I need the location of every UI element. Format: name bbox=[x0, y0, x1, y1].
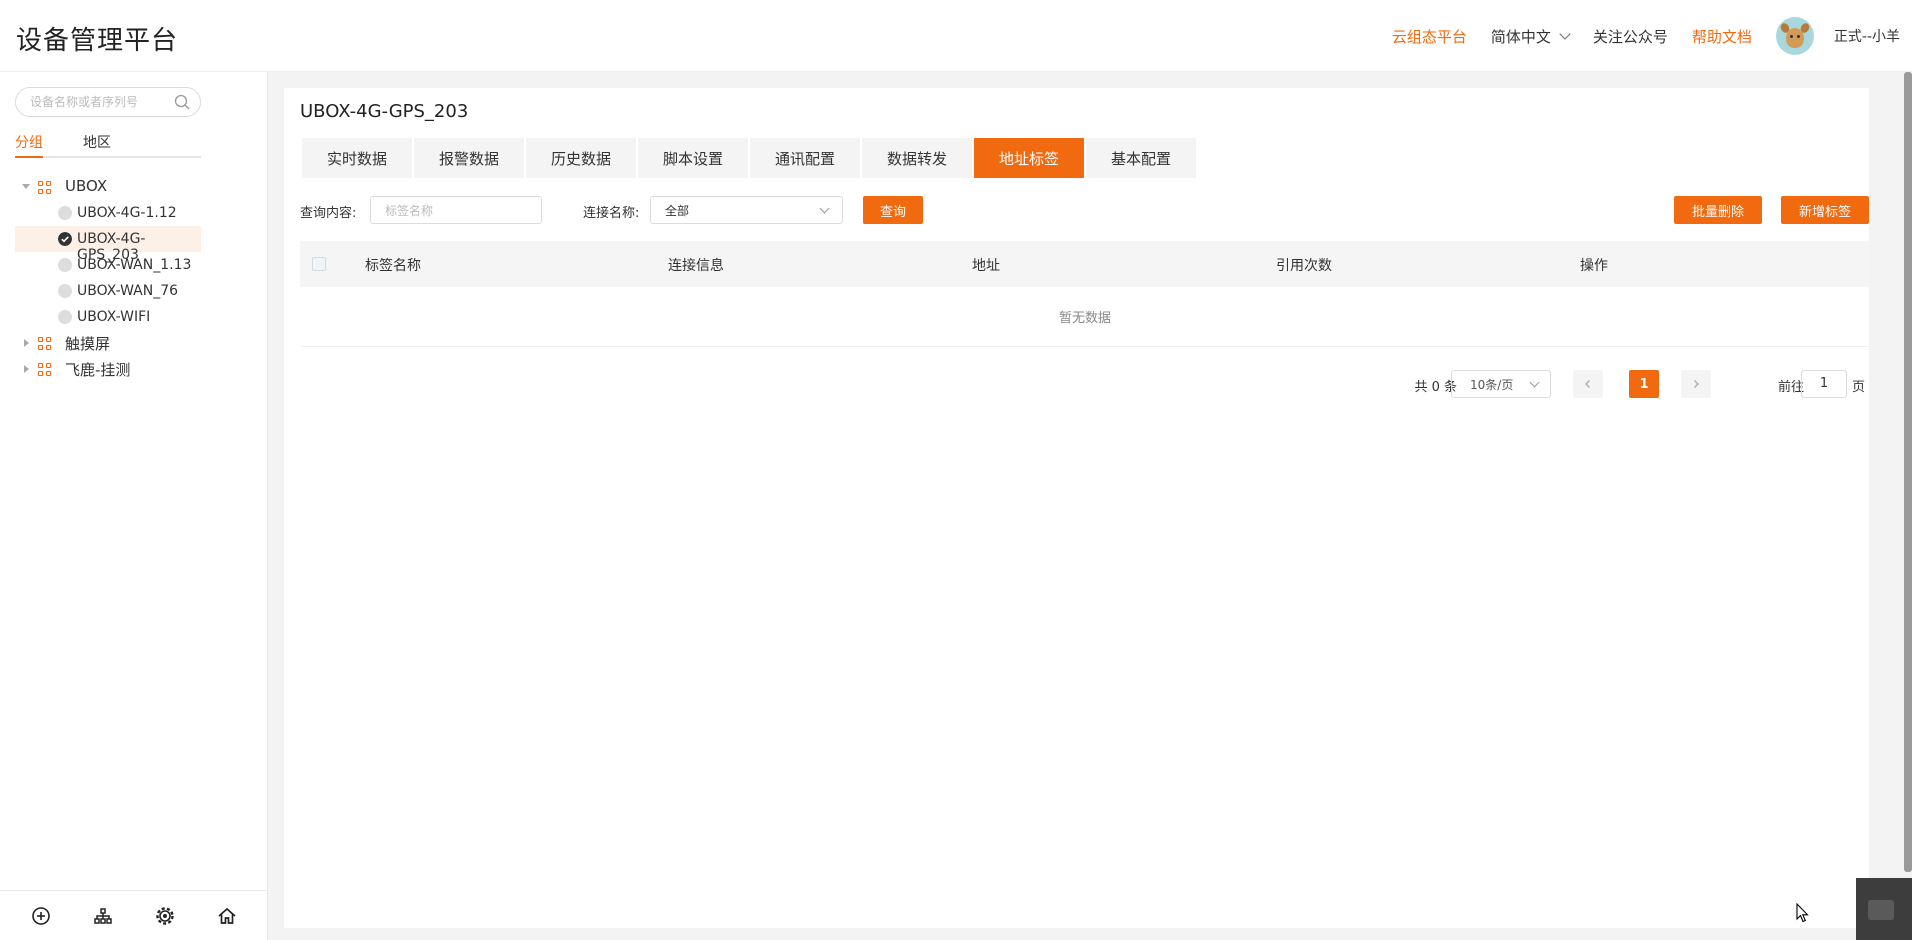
mouse-cursor-icon bbox=[1796, 903, 1809, 923]
tree-item-device-selected[interactable]: UBOX-4G-GPS_203 bbox=[15, 226, 201, 263]
offline-status-icon bbox=[58, 206, 72, 220]
column-header: 地址 bbox=[972, 258, 1000, 274]
column-header: 标签名称 bbox=[365, 258, 421, 274]
table-header: 标签名称 连接信息 地址 引用次数 操作 bbox=[300, 241, 1870, 287]
top-header: 设备管理平台 云组态平台 简体中文 关注公众号 帮助文档 正式--小羊 bbox=[0, 0, 1912, 72]
sidebar-tabs: 分组 地区 bbox=[15, 130, 201, 158]
tree-group-touchscreen[interactable]: 触摸屏 bbox=[15, 330, 201, 356]
chevron-down-icon bbox=[819, 203, 830, 214]
batch-delete-button[interactable]: 批量删除 bbox=[1674, 196, 1762, 224]
sidebar: 分组 地区 UBOX UBOX-4G-1.12 UBOX-4G-GPS_203 … bbox=[0, 72, 268, 940]
offline-status-icon bbox=[58, 284, 72, 298]
scrollbar-thumb[interactable] bbox=[1904, 72, 1912, 872]
device-tabs: 实时数据 报警数据 历史数据 脚本设置 通讯配置 数据转发 地址标签 基本配置 bbox=[302, 138, 1198, 178]
caret-down-icon[interactable] bbox=[22, 184, 30, 189]
chevron-down-icon bbox=[1559, 28, 1571, 40]
next-page-button[interactable] bbox=[1681, 370, 1711, 398]
app-title: 设备管理平台 bbox=[16, 26, 179, 56]
offline-status-icon bbox=[58, 310, 72, 324]
column-header: 操作 bbox=[1580, 258, 1608, 274]
tree-group-label: 触摸屏 bbox=[65, 335, 111, 353]
offline-status-icon bbox=[58, 258, 72, 272]
tab-region[interactable]: 地区 bbox=[83, 132, 111, 152]
avatar[interactable] bbox=[1775, 17, 1814, 55]
cloud-platform-link[interactable]: 云组态平台 bbox=[1392, 26, 1467, 47]
tree-group-ubox[interactable]: UBOX bbox=[15, 174, 201, 200]
active-tab-indicator bbox=[15, 156, 43, 158]
user-name[interactable]: 正式--小羊 bbox=[1834, 26, 1900, 46]
tags-table: 标签名称 连接信息 地址 引用次数 操作 暂无数据 bbox=[300, 241, 1870, 347]
goto-page-input[interactable]: 1 bbox=[1801, 370, 1847, 398]
tree-item-device[interactable]: UBOX-WIFI bbox=[15, 304, 201, 330]
select-all-checkbox[interactable] bbox=[312, 257, 326, 271]
pagination: 共 0 条 10条/页 1 前往 1 页 bbox=[969, 370, 1869, 398]
tab-alarm-data[interactable]: 报警数据 bbox=[414, 138, 524, 178]
page-size-value: 10条/页 bbox=[1470, 377, 1514, 392]
chat-icon bbox=[1868, 900, 1894, 920]
chevron-right-icon bbox=[1694, 380, 1699, 388]
add-tag-button[interactable]: 新增标签 bbox=[1781, 196, 1869, 224]
language-label: 简体中文 bbox=[1490, 27, 1551, 46]
tab-basic-config[interactable]: 基本配置 bbox=[1086, 138, 1196, 178]
help-docs-link[interactable]: 帮助文档 bbox=[1692, 26, 1752, 47]
empty-state: 暂无数据 bbox=[300, 287, 1870, 347]
tree-group-label: 飞鹿-挂测 bbox=[65, 361, 131, 379]
tab-group[interactable]: 分组 bbox=[15, 132, 43, 152]
device-label: UBOX-WAN_1.13 bbox=[77, 257, 192, 273]
page-number-current[interactable]: 1 bbox=[1629, 370, 1659, 398]
device-search bbox=[15, 87, 201, 117]
tab-script-settings[interactable]: 脚本设置 bbox=[638, 138, 748, 178]
device-title: UBOX-4G-GPS_203 bbox=[300, 101, 469, 122]
query-label: 查询内容: bbox=[300, 206, 357, 221]
tree-item-device[interactable]: UBOX-WAN_76 bbox=[15, 278, 201, 304]
language-select[interactable]: 简体中文 bbox=[1490, 26, 1571, 47]
column-header: 引用次数 bbox=[1276, 258, 1332, 274]
connection-label: 连接名称: bbox=[583, 206, 640, 221]
tree-item-device[interactable]: UBOX-4G-1.12 bbox=[15, 200, 201, 226]
chevron-left-icon bbox=[1585, 380, 1590, 388]
tab-history-data[interactable]: 历史数据 bbox=[526, 138, 636, 178]
connection-select-value: 全部 bbox=[665, 203, 690, 218]
page-size-select[interactable]: 10条/页 bbox=[1451, 370, 1551, 398]
device-label: UBOX-WAN_76 bbox=[77, 283, 179, 299]
floating-widget[interactable] bbox=[1856, 878, 1912, 940]
group-icon bbox=[38, 363, 52, 377]
device-label: UBOX-WIFI bbox=[77, 309, 151, 325]
column-header: 连接信息 bbox=[668, 258, 724, 274]
prev-page-button[interactable] bbox=[1573, 370, 1603, 398]
group-icon bbox=[38, 181, 52, 195]
add-circle-icon[interactable] bbox=[30, 905, 52, 927]
device-tree: UBOX UBOX-4G-1.12 UBOX-4G-GPS_203 UBOX-W… bbox=[15, 174, 201, 382]
page-unit-label: 页 bbox=[1851, 380, 1865, 395]
home-icon[interactable] bbox=[216, 905, 238, 927]
main-card: UBOX-4G-GPS_203 实时数据 报警数据 历史数据 脚本设置 通讯配置… bbox=[284, 88, 1870, 928]
tree-group-label: UBOX bbox=[65, 177, 108, 195]
connection-select[interactable]: 全部 bbox=[650, 196, 843, 224]
group-icon bbox=[38, 337, 52, 351]
device-search-input[interactable] bbox=[30, 93, 170, 111]
tree-item-device[interactable]: UBOX-WAN_1.13 bbox=[15, 252, 201, 278]
tab-address-tags[interactable]: 地址标签 bbox=[974, 138, 1084, 178]
hierarchy-icon[interactable] bbox=[92, 905, 114, 927]
caret-right-icon[interactable] bbox=[24, 365, 29, 373]
sidebar-footer bbox=[0, 890, 268, 940]
top-nav: 云组态平台 简体中文 关注公众号 帮助文档 正式--小羊 bbox=[1392, 0, 1912, 72]
caret-right-icon[interactable] bbox=[24, 339, 29, 347]
settings-icon[interactable] bbox=[154, 905, 176, 927]
filter-bar: 查询内容: 标签名称 连接名称: 全部 查询 批量删除 新增标签 bbox=[300, 196, 1869, 224]
tab-data-forward[interactable]: 数据转发 bbox=[862, 138, 972, 178]
tab-comm-config[interactable]: 通讯配置 bbox=[750, 138, 860, 178]
device-label: UBOX-4G-1.12 bbox=[77, 205, 177, 221]
follow-account-link[interactable]: 关注公众号 bbox=[1593, 26, 1668, 47]
tag-name-input[interactable]: 标签名称 bbox=[370, 196, 542, 224]
search-icon[interactable] bbox=[174, 94, 190, 110]
tab-realtime-data[interactable]: 实时数据 bbox=[302, 138, 412, 178]
online-check-icon bbox=[58, 232, 72, 246]
chevron-down-icon bbox=[1529, 377, 1540, 388]
tree-group-feilu[interactable]: 飞鹿-挂测 bbox=[15, 356, 201, 382]
query-button[interactable]: 查询 bbox=[863, 196, 923, 224]
